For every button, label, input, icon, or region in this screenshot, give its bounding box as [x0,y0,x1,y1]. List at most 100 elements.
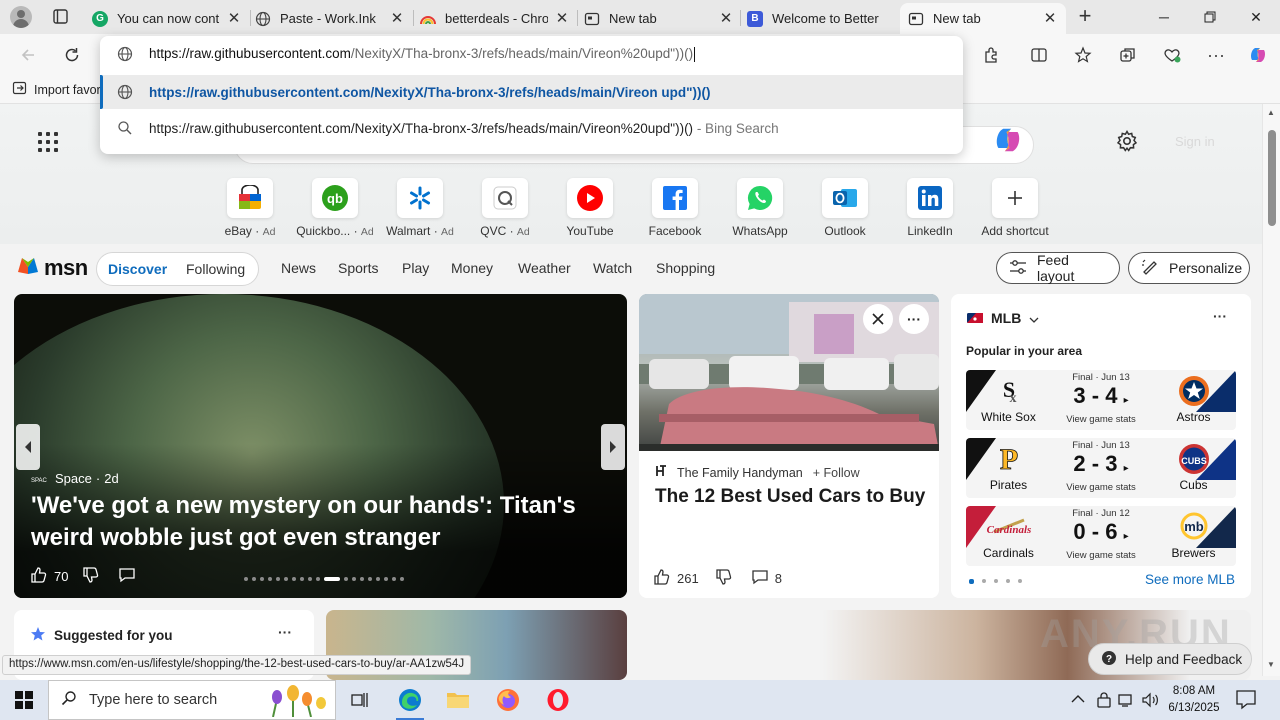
hero-story-card[interactable]: SPACE Space · 2d 'We've got a new myster… [14,294,627,598]
shortcut-linkedin[interactable]: LinkedIn [891,178,969,238]
profile-avatar[interactable] [10,6,32,28]
network-icon[interactable] [1117,692,1135,711]
tab-grammarly[interactable]: G You can now contin ✕ [84,3,250,34]
personalize-button[interactable]: Personalize [1128,252,1250,284]
tab-newtab-active[interactable]: New tab ✕ [900,3,1066,34]
new-tab-button[interactable]: + [1074,5,1096,28]
more-options-icon[interactable]: ··· [899,304,929,334]
firefox-icon[interactable] [484,680,532,720]
vpn-icon[interactable] [1095,692,1113,711]
comment-icon[interactable] [751,568,769,589]
thumbs-up-icon[interactable] [30,566,48,587]
scroll-down-arrow-icon[interactable]: ▼ [1267,660,1275,669]
add-shortcut-button[interactable]: Add shortcut [976,178,1054,238]
carousel-next-button[interactable] [601,424,625,470]
refresh-button[interactable] [60,43,84,67]
gear-icon[interactable] [1115,129,1139,153]
league-selector[interactable]: MLB [967,310,1039,326]
minimize-button[interactable]: ─ [1141,0,1187,34]
dismiss-story-button[interactable] [863,304,893,334]
more-options-icon[interactable]: ··· [1213,308,1227,324]
nav-play[interactable]: Play [402,260,429,276]
close-icon[interactable]: ✕ [226,10,242,27]
shortcut-youtube[interactable]: YouTube [551,178,629,238]
help-feedback-button[interactable]: ? Help and Feedback [1088,643,1252,675]
story-headline[interactable]: 'We've got a new mystery on our hands': … [31,490,591,554]
carousel-prev-button[interactable] [16,424,40,470]
comment-icon[interactable] [118,566,136,587]
suggestion-url[interactable]: https://raw.githubusercontent.com/Nexity… [100,75,963,109]
browser-essentials-icon[interactable] [1160,43,1184,67]
game-stats-link[interactable]: View game stats [1051,482,1151,493]
game-row[interactable]: Sx White Sox Final · Jun 13 3 - 4 ▸ View… [966,370,1236,430]
following-tab[interactable]: Following [186,261,245,277]
close-icon[interactable]: ✕ [554,10,570,27]
copilot-icon[interactable] [1246,43,1270,67]
msn-logo[interactable]: msn [16,254,88,282]
sign-in-link[interactable]: Sign in [1175,134,1215,149]
nav-watch[interactable]: Watch [593,260,632,276]
notification-center-icon[interactable] [1234,688,1260,712]
chevron-up-icon[interactable] [1071,692,1085,707]
nav-money[interactable]: Money [451,260,493,276]
system-clock[interactable]: 8:08 AM 6/13/2025 [1166,683,1222,717]
feed-layout-button[interactable]: Feed layout [996,252,1120,284]
close-window-button[interactable]: ✕ [1233,0,1279,34]
story-headline[interactable]: The 12 Best Used Cars to Buy [655,486,925,508]
game-row[interactable]: P Pirates Final · Jun 13 2 - 3 ▸ View ga… [966,438,1236,498]
thumbs-down-icon[interactable] [82,566,100,587]
tab-actions-icon[interactable] [46,7,74,27]
extensions-icon[interactable] [979,43,1003,67]
volume-icon[interactable] [1141,692,1159,711]
back-button[interactable] [16,43,40,67]
tab-welcome-better[interactable]: B Welcome to Better [739,3,901,34]
task-view-icon[interactable] [336,680,384,720]
windows-start-button[interactable] [0,680,48,720]
game-stats-link[interactable]: View game stats [1051,414,1151,425]
tab-workink[interactable]: Paste - Work.Ink ✕ [247,3,413,34]
scrollbar-thumb[interactable] [1268,130,1276,226]
thumbs-up-icon[interactable] [653,568,671,589]
taskbar-search-box[interactable]: Type here to search [48,680,336,720]
nav-shopping[interactable]: Shopping [656,260,715,276]
scroll-up-arrow-icon[interactable]: ▲ [1267,108,1275,117]
settings-more-icon[interactable]: ··· [1204,43,1228,67]
favorites-star-icon[interactable] [1071,43,1095,67]
file-explorer-icon[interactable] [434,680,482,720]
shortcut-walmart[interactable]: Walmart · Ad [381,178,459,238]
game-stats-link[interactable]: View game stats [1051,550,1151,561]
shortcut-quickbooks[interactable]: qb Quickbo... · Ad [296,178,374,238]
close-icon[interactable]: ✕ [389,10,405,27]
tab-newtab-1[interactable]: New tab ✕ [576,3,742,34]
split-screen-icon[interactable] [1027,43,1051,67]
edge-taskbar-icon[interactable] [386,680,434,720]
discover-tab[interactable]: Discover [108,261,167,277]
restore-button[interactable] [1187,0,1233,34]
page-scrollbar[interactable]: ▲ ▼ [1262,104,1280,676]
more-options-icon[interactable]: ··· [278,624,292,640]
used-cars-story-card[interactable]: ··· The Family Handyman + Follow The 12 … [639,294,939,598]
game-row[interactable]: Cardinals Cardinals Final · Jun 12 0 - 6… [966,506,1236,566]
opera-icon[interactable] [534,680,582,720]
shortcut-outlook[interactable]: Outlook [806,178,884,238]
nav-weather[interactable]: Weather [518,260,571,276]
follow-button[interactable]: + Follow [813,466,860,480]
tab-title: Welcome to Better [772,11,879,26]
thumbs-down-icon[interactable] [715,568,733,589]
import-favorites-button[interactable]: Import favor [12,81,101,98]
shortcut-ebay[interactable]: eBay · Ad [211,178,289,238]
see-more-mlb-link[interactable]: See more MLB [1145,572,1235,587]
shortcut-whatsapp[interactable]: WhatsApp [721,178,799,238]
shortcut-facebook[interactable]: Facebook [636,178,714,238]
app-launcher-icon[interactable] [38,132,58,152]
nav-news[interactable]: News [281,260,316,276]
suggestion-search[interactable]: https://raw.githubusercontent.com/Nexity… [100,111,963,145]
tab-betterdeals-chrome[interactable]: betterdeals - Chron ✕ [412,3,578,34]
close-icon[interactable]: ✕ [718,10,734,27]
copilot-icon[interactable] [992,124,1024,156]
nav-sports[interactable]: Sports [338,260,378,276]
close-icon[interactable]: ✕ [1042,10,1058,27]
collections-icon[interactable] [1116,43,1140,67]
address-bar-input[interactable]: https://raw.githubusercontent.com/Nexity… [100,37,963,71]
shortcut-qvc[interactable]: QVC · Ad [466,178,544,238]
